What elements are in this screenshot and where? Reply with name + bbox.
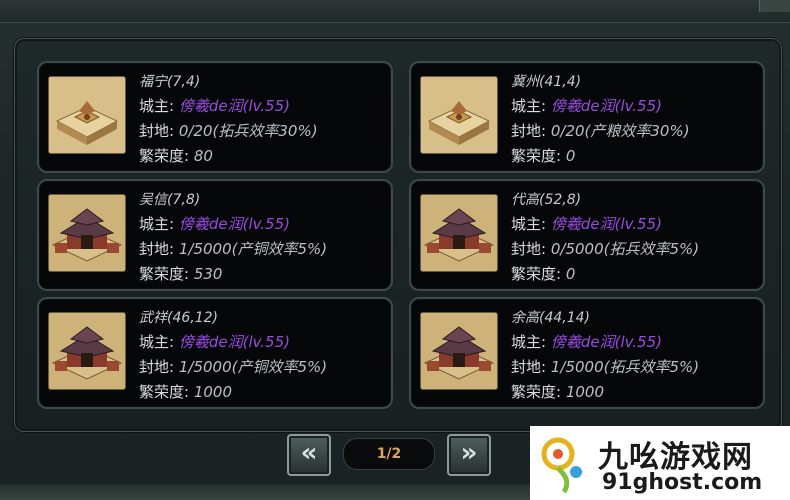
lord-value[interactable]: 傍羲de润(lv.55) [179, 97, 290, 115]
prosperity-value: 0 [565, 147, 576, 165]
city-prosperity-row: 繁荣度: 80 [139, 145, 213, 166]
lord-label: 城主: [139, 333, 175, 351]
lord-label: 城主: [511, 97, 547, 115]
palace-thumbnail-icon [420, 312, 498, 390]
city-fief-row: 封地: 0/20(拓兵效率30%) [139, 120, 318, 141]
city-name: 吴信(7,8) [139, 192, 201, 208]
lord-label: 城主: [511, 215, 547, 233]
fief-label: 封地: [139, 240, 175, 258]
fief-label: 封地: [511, 358, 547, 376]
lord-value[interactable]: 傍羲de润(lv.55) [551, 333, 662, 351]
prev-page-button[interactable]: « [287, 434, 331, 476]
city-prosperity-row: 繁荣度: 530 [139, 263, 222, 284]
prosperity-label: 繁荣度: [511, 147, 562, 165]
prosperity-value: 530 [193, 265, 223, 283]
town-thumbnail-icon [48, 76, 126, 154]
city-fief-row: 封地: 1/5000(拓兵效率5%) [511, 356, 699, 377]
city-lord-row: 城主: 傍羲de润(lv.55) [139, 331, 290, 352]
palace-thumbnail-icon [420, 194, 498, 272]
watermark-url: 91ghost.com [602, 470, 763, 495]
window-bottom-bar [0, 484, 530, 500]
prosperity-value: 1000 [193, 383, 233, 401]
city-prosperity-row: 繁荣度: 0 [511, 145, 575, 166]
lord-value[interactable]: 傍羲de润(lv.55) [179, 333, 290, 351]
window-corner-ornament [759, 0, 790, 12]
fief-value: 0/5000(拓兵效率5%) [550, 240, 700, 258]
fief-value: 0/20(产粮效率30%) [550, 122, 690, 140]
city-lord-row: 城主: 傍羲de润(lv.55) [511, 213, 662, 234]
city-name: 福宁(7,4) [139, 74, 201, 90]
page-indicator: 1/2 [343, 438, 435, 470]
fief-label: 封地: [511, 122, 547, 140]
city-list-panel: 福宁(7,4) 城主: 傍羲de润(lv.55) 封地: 0/20(拓兵效率30… [14, 38, 782, 432]
town-thumbnail-icon [420, 76, 498, 154]
city-fief-row: 封地: 1/5000(产铜效率5%) [139, 356, 327, 377]
prosperity-label: 繁荣度: [511, 383, 562, 401]
city-name: 武祥(46,12) [139, 310, 219, 326]
city-lord-row: 城主: 傍羲de润(lv.55) [511, 331, 662, 352]
city-fief-row: 封地: 1/5000(产铜效率5%) [139, 238, 327, 259]
city-card[interactable]: 武祥(46,12) 城主: 傍羲de润(lv.55) 封地: 1/5000(产铜… [37, 297, 393, 409]
fief-label: 封地: [139, 122, 175, 140]
prosperity-label: 繁荣度: [139, 147, 190, 165]
city-lord-row: 城主: 傍羲de润(lv.55) [511, 95, 662, 116]
city-fief-row: 封地: 0/5000(拓兵效率5%) [511, 238, 699, 259]
city-prosperity-row: 繁荣度: 0 [511, 263, 575, 284]
city-lord-row: 城主: 傍羲de润(lv.55) [139, 95, 290, 116]
lord-value[interactable]: 傍羲de润(lv.55) [179, 215, 290, 233]
prosperity-label: 繁荣度: [139, 265, 190, 283]
prosperity-value: 80 [193, 147, 213, 165]
city-card[interactable]: 余高(44,14) 城主: 傍羲de润(lv.55) 封地: 1/5000(拓兵… [409, 297, 765, 409]
fief-value: 1/5000(拓兵效率5%) [550, 358, 700, 376]
prosperity-label: 繁荣度: [511, 265, 562, 283]
watermark-logo-icon [536, 432, 594, 494]
fief-label: 封地: [511, 240, 547, 258]
prosperity-label: 繁荣度: [139, 383, 190, 401]
city-prosperity-row: 繁荣度: 1000 [511, 381, 604, 402]
palace-thumbnail-icon [48, 312, 126, 390]
fief-value: 1/5000(产铜效率5%) [178, 358, 328, 376]
pagination: « 1/2 » [287, 432, 497, 476]
city-name: 冀州(41,4) [511, 74, 582, 90]
city-card[interactable]: 冀州(41,4) 城主: 傍羲de润(lv.55) 封地: 0/20(产粮效率3… [409, 61, 765, 173]
fief-value: 1/5000(产铜效率5%) [178, 240, 328, 258]
window-top-bar [0, 0, 790, 23]
city-lord-row: 城主: 傍羲de润(lv.55) [139, 213, 290, 234]
city-name: 余高(44,14) [511, 310, 591, 326]
lord-label: 城主: [511, 333, 547, 351]
lord-label: 城主: [139, 215, 175, 233]
prosperity-value: 1000 [565, 383, 605, 401]
city-prosperity-row: 繁荣度: 1000 [139, 381, 232, 402]
double-chevron-left-icon: « [300, 438, 318, 468]
city-card[interactable]: 福宁(7,4) 城主: 傍羲de润(lv.55) 封地: 0/20(拓兵效率30… [37, 61, 393, 173]
city-name: 代高(52,8) [511, 192, 582, 208]
city-card[interactable]: 吴信(7,8) 城主: 傍羲de润(lv.55) 封地: 1/5000(产铜效率… [37, 179, 393, 291]
next-page-button[interactable]: » [447, 434, 491, 476]
city-fief-row: 封地: 0/20(产粮效率30%) [511, 120, 690, 141]
palace-thumbnail-icon [48, 194, 126, 272]
prosperity-value: 0 [565, 265, 576, 283]
double-chevron-right-icon: » [460, 438, 478, 468]
city-card[interactable]: 代高(52,8) 城主: 傍羲de润(lv.55) 封地: 0/5000(拓兵效… [409, 179, 765, 291]
watermark: 九吆游戏网 91ghost.com [530, 426, 790, 500]
city-list-window: 福宁(7,4) 城主: 傍羲de润(lv.55) 封地: 0/20(拓兵效率30… [0, 0, 790, 500]
lord-value[interactable]: 傍羲de润(lv.55) [551, 215, 662, 233]
lord-label: 城主: [139, 97, 175, 115]
lord-value[interactable]: 傍羲de润(lv.55) [551, 97, 662, 115]
fief-value: 0/20(拓兵效率30%) [178, 122, 318, 140]
fief-label: 封地: [139, 358, 175, 376]
